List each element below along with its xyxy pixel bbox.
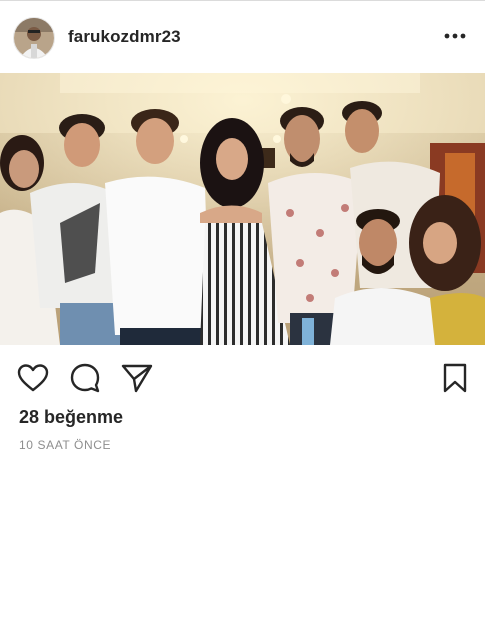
likes-count[interactable]: 28 beğenme: [19, 407, 123, 428]
post-header: farukozdmr23: [0, 0, 485, 72]
heart-icon[interactable]: [16, 361, 50, 395]
profile-avatar[interactable]: [13, 17, 55, 59]
post-photo[interactable]: [0, 73, 485, 345]
avatar-image: [14, 18, 54, 58]
comment-bubble-icon[interactable]: [68, 361, 102, 395]
bookmark-icon[interactable]: [438, 361, 472, 395]
more-dots-icon[interactable]: [443, 28, 467, 44]
paper-plane-icon[interactable]: [120, 361, 154, 395]
username[interactable]: farukozdmr23: [68, 27, 181, 47]
group-photo-image: [0, 73, 485, 345]
post-actions-bar: [0, 345, 485, 405]
post-timestamp: 10 SAAT ÖNCE: [19, 438, 112, 452]
